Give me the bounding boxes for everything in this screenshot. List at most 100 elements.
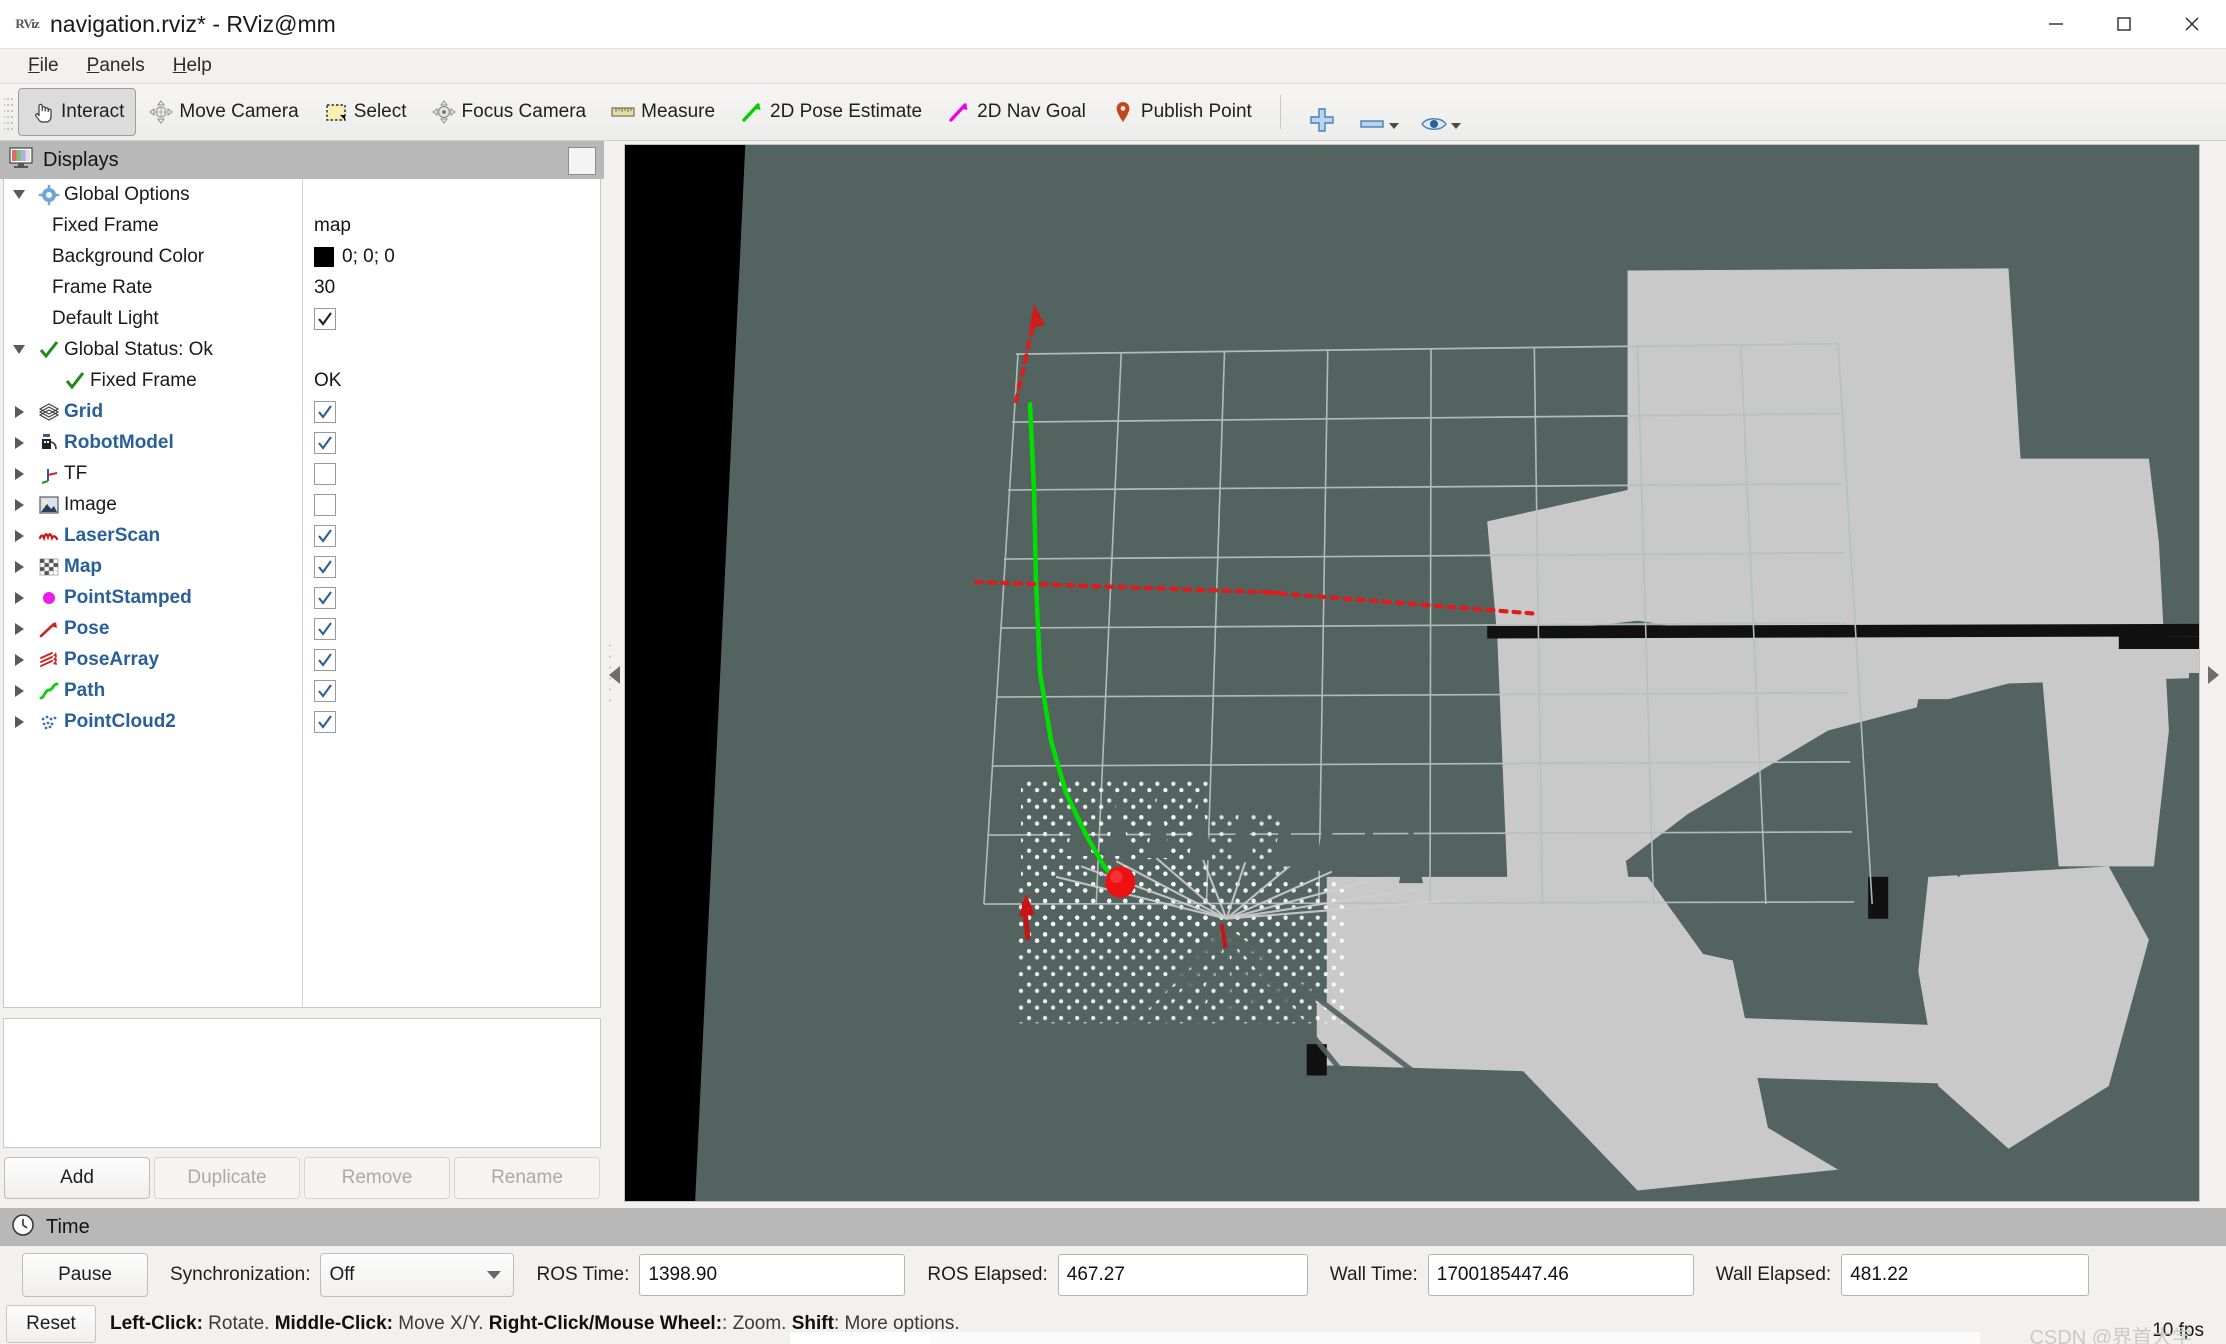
tool-move-camera[interactable]: Move Camera [136,88,310,136]
menu-panels[interactable]: Panels [73,52,159,80]
tree-value-tf[interactable] [314,462,336,485]
tree-value-pointcloud2[interactable] [314,710,336,733]
tree-value-default-light[interactable] [314,307,336,330]
wall-elapsed-field[interactable]: 481.22 [1841,1254,2090,1296]
tree-value-pointstamped[interactable] [314,586,336,609]
checkbox-image[interactable] [314,493,336,516]
expander-right-image[interactable] [4,498,34,511]
tool-focus-camera[interactable]: Focus Camera [419,88,599,136]
tree-row-pointstamped[interactable]: PointStamped [4,582,600,613]
tree-row-status-fixed-frame[interactable]: Fixed Frame OK [4,365,600,396]
tree-value-background-color[interactable]: 0; 0; 0 [314,246,395,268]
tool-remove-display[interactable] [1347,89,1409,135]
toolbar-grip[interactable] [4,94,14,130]
tree-value-laserscan[interactable] [314,524,336,547]
tree-value-path[interactable] [314,679,336,702]
chevron-down-icon-2[interactable] [1450,123,1461,129]
expander-right-tf[interactable] [4,467,34,480]
checkbox-pointcloud2[interactable] [314,710,336,733]
right-splitter[interactable] [2200,141,2226,1208]
expander-right-laserscan[interactable] [4,529,34,542]
reset-button[interactable]: Reset [6,1305,96,1343]
checkbox-grid[interactable] [314,400,336,423]
tool-publish-point[interactable]: Publish Point [1098,88,1264,136]
maximize-button[interactable] [2090,0,2158,48]
tree-value-posearray[interactable] [314,648,336,671]
tree-row-map[interactable]: Map [4,551,600,582]
tree-row-grid[interactable]: Grid [4,396,600,427]
add-button[interactable]: Add [4,1157,150,1199]
tree-value-robotmodel[interactable] [314,431,336,454]
tree-value-frame-rate[interactable]: 30 [314,277,335,299]
close-button[interactable] [2158,0,2226,48]
float-panel-button[interactable] [568,147,596,175]
tree-row-laserscan[interactable]: LaserScan [4,520,600,551]
ros-elapsed-field[interactable]: 467.27 [1057,1254,1308,1296]
expand-right-arrow-icon[interactable] [2207,665,2219,684]
tool-2d-pose-estimate[interactable]: 2D Pose Estimate [727,88,934,136]
checkbox-default-light[interactable] [314,307,336,330]
map-grid-icon [34,556,64,578]
tree-row-global-options[interactable]: Global Options [4,179,600,210]
tool-add-display[interactable] [1297,89,1347,135]
tree-value-map[interactable] [314,555,336,578]
tree-row-pointcloud2[interactable]: PointCloud2 [4,706,600,737]
expander-right-map[interactable] [4,560,34,573]
expander-right-grid[interactable] [4,405,34,418]
expander-down-icon[interactable] [4,190,34,199]
tree-row-global-status[interactable]: Global Status: Ok [4,334,600,365]
tree-row-fixed-frame[interactable]: Fixed Frame map [4,210,600,241]
tree-value-pose[interactable] [314,617,336,640]
minimize-button[interactable] [2022,0,2090,48]
tool-visibility[interactable] [1409,89,1471,135]
expander-right-posearray[interactable] [4,653,34,666]
menu-file[interactable]: File [14,52,73,80]
hint-middle-click-key: Middle-Click: [274,1313,393,1334]
tree-row-path[interactable]: Path [4,675,600,706]
menu-help[interactable]: Help [159,52,226,80]
checkbox-map[interactable] [314,555,336,578]
expander-right-path[interactable] [4,684,34,697]
tree-row-background-color[interactable]: Background Color 0; 0; 0 [4,241,600,272]
render-viewport[interactable] [624,144,2200,1202]
tree-value-fixed-frame[interactable]: map [314,215,351,237]
displays-tree[interactable]: Global Options Fixed Frame map Backgroun… [3,179,601,1008]
checkbox-pose[interactable] [314,617,336,640]
expander-right-pointcloud2[interactable] [4,715,34,728]
tree-label-posearray: PoseArray [64,648,160,670]
wall-time-field[interactable]: 1700185447.46 [1427,1254,1694,1296]
checkbox-posearray[interactable] [314,648,336,671]
checkbox-pointstamped[interactable] [314,586,336,609]
display-status-box [3,1018,601,1148]
tree-row-tf[interactable]: TF [4,458,600,489]
checkbox-laserscan[interactable] [314,524,336,547]
expander-right-pose[interactable] [4,622,34,635]
tree-value-image[interactable] [314,493,336,516]
ros-time-field[interactable]: 1398.90 [639,1254,906,1296]
chevron-down-icon[interactable] [1388,123,1399,129]
tool-select[interactable]: Select [311,88,419,136]
expander-right-robotmodel[interactable] [4,436,34,449]
checkbox-tf[interactable] [314,462,336,485]
tree-value-grid[interactable] [314,400,336,423]
tree-row-posearray[interactable]: PoseArray [4,644,600,675]
tree-row-image[interactable]: Image [4,489,600,520]
pause-button[interactable]: Pause [22,1253,148,1297]
synchronization-select[interactable]: Off [320,1253,515,1297]
tree-row-robotmodel[interactable]: RobotModel [4,427,600,458]
expander-right-pointstamped[interactable] [4,591,34,604]
render-canvas[interactable] [625,145,2199,1201]
tool-2d-nav-goal[interactable]: 2D Nav Goal [934,88,1098,136]
tree-row-default-light[interactable]: Default Light [4,303,600,334]
tree-row-frame-rate[interactable]: Frame Rate 30 [4,272,600,303]
tree-row-pose[interactable]: Pose [4,613,600,644]
tool-interact[interactable]: Interact [18,88,137,136]
left-splitter[interactable] [604,141,624,1208]
expander-down-icon-2[interactable] [4,345,34,354]
checkbox-path[interactable] [314,679,336,702]
tool-measure[interactable]: Measure [598,88,727,136]
tree-label-laserscan: LaserScan [64,524,161,546]
checkbox-robotmodel[interactable] [314,431,336,454]
check-ok-icon [34,339,64,361]
tool-publish-point-label: Publish Point [1140,101,1252,122]
